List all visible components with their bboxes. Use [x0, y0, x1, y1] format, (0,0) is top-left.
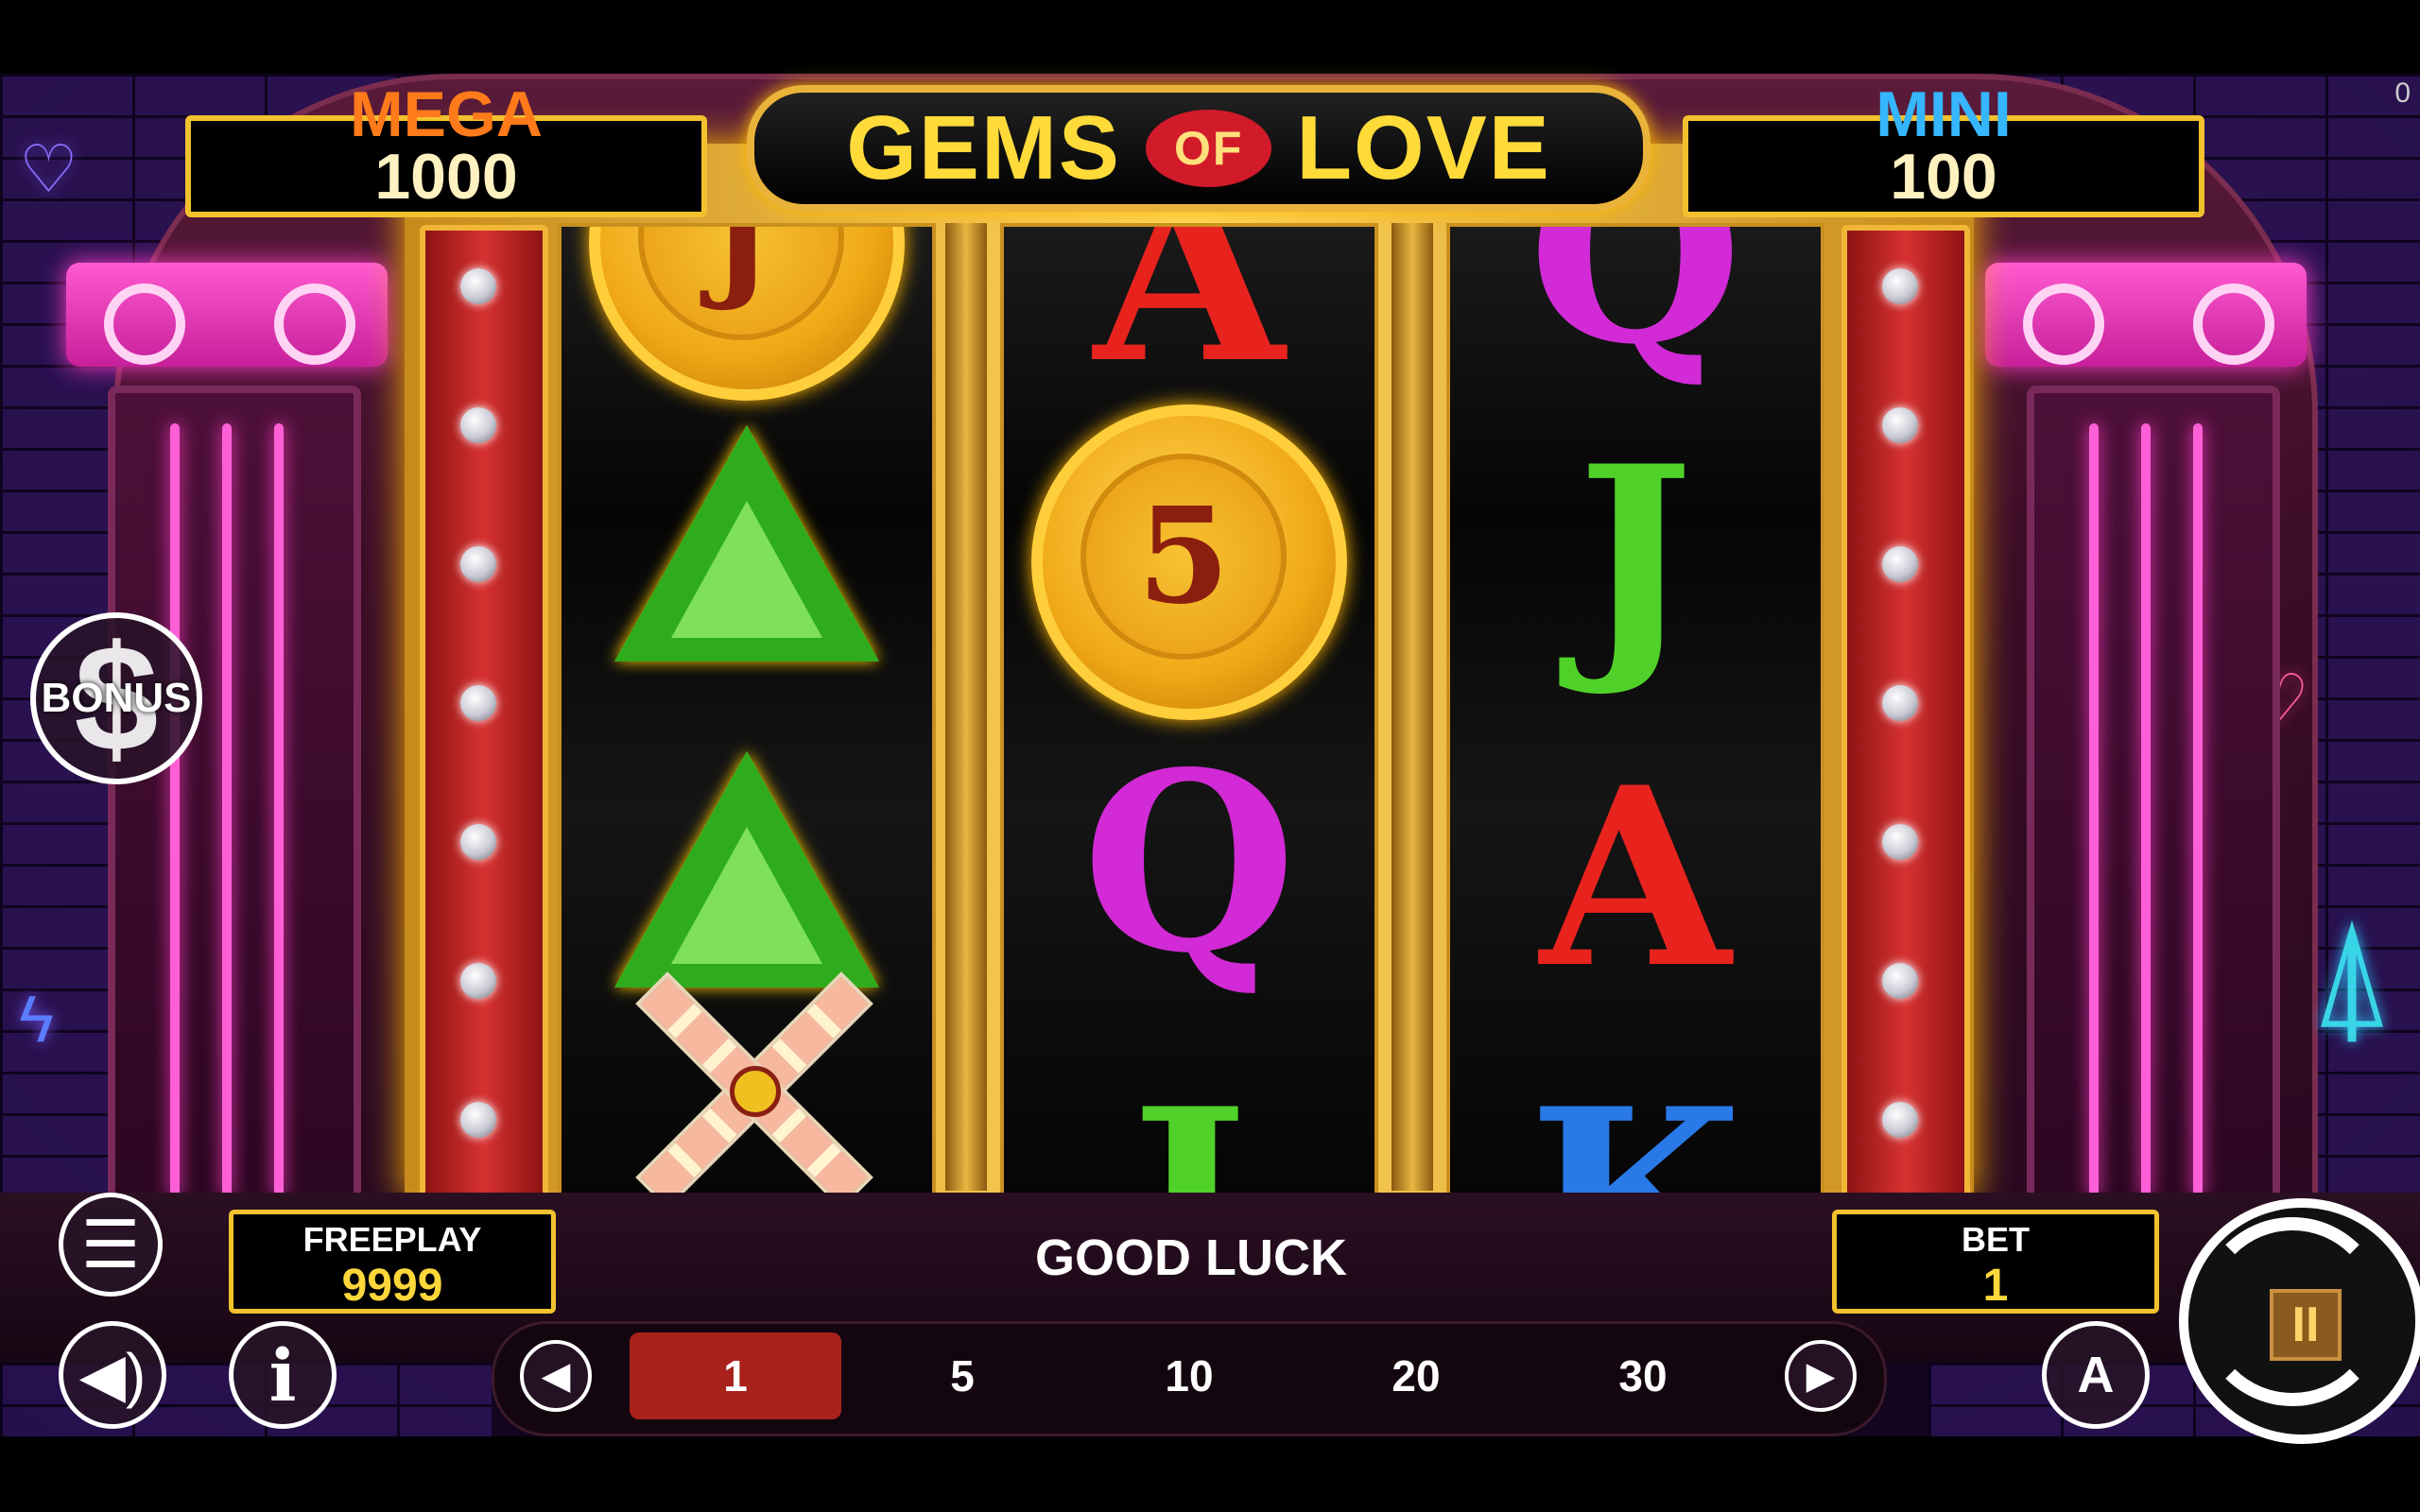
diamond-icon	[1882, 963, 1918, 999]
diamond-icon	[460, 685, 496, 721]
freeplay-value: 9999	[341, 1261, 443, 1311]
arrow-right-icon: ▶	[1806, 1355, 1836, 1397]
reel-separator	[945, 223, 987, 1191]
windmill-symbol	[618, 954, 883, 1194]
neon-bolt-icon: ϟ	[19, 982, 55, 1056]
diamond-icon	[1882, 1102, 1918, 1138]
sound-button[interactable]: ◀)	[59, 1321, 166, 1429]
gem-strip-right	[1841, 225, 1970, 1200]
autoplay-button[interactable]: A	[2042, 1321, 2150, 1429]
coin-symbol: J	[589, 227, 905, 401]
symbol-j: J	[1577, 413, 1694, 701]
bet-option-10[interactable]: 10	[1083, 1332, 1295, 1419]
jackpot-mini-value: 100	[1890, 141, 1997, 213]
info-button[interactable]: i	[229, 1321, 337, 1429]
freeplay-box: FREEPLAY 9999	[229, 1210, 556, 1314]
coin-symbol: 5	[1031, 404, 1347, 720]
diamond-icon	[1882, 268, 1918, 304]
round-counter: 0	[2394, 77, 2411, 109]
diamond-icon	[460, 407, 496, 443]
speaker-icon: ◀)	[78, 1341, 147, 1409]
diamond-icon	[1882, 407, 1918, 443]
neon-heart-icon: ♡	[19, 132, 78, 206]
reel-separator	[1392, 223, 1433, 1191]
hamburger-menu-icon: ☰	[80, 1208, 141, 1281]
neon-pillar-right	[1985, 263, 2307, 1255]
coin-value: 5	[1080, 454, 1287, 660]
reel-2: A 5 Q J	[1000, 223, 1378, 1198]
symbol-a: A	[1094, 223, 1285, 418]
diamond-icon	[1882, 824, 1918, 860]
logo-text-left: GEMS	[846, 97, 1121, 198]
green-gem-facet	[671, 501, 822, 638]
bet-prev-button[interactable]: ◀	[520, 1340, 592, 1412]
arrow-left-icon: ◀	[541, 1355, 571, 1397]
info-icon: i	[268, 1332, 297, 1418]
bet-option-5[interactable]: 5	[856, 1332, 1068, 1419]
jackpot-mini: MINI 100	[1683, 78, 2204, 217]
bet-next-button[interactable]: ▶	[1785, 1340, 1857, 1412]
logo-text-right: LOVE	[1296, 97, 1551, 198]
coin-label: J	[638, 227, 844, 340]
bet-option-1[interactable]: 1	[630, 1332, 841, 1419]
freeplay-label: FREEPLAY	[302, 1220, 482, 1259]
autoplay-icon: A	[2077, 1347, 2115, 1403]
symbol-j: J	[1004, 1077, 1374, 1195]
symbol-k: K	[1450, 1077, 1821, 1195]
symbol-q: Q	[1528, 223, 1743, 399]
diamond-icon	[1882, 546, 1918, 582]
symbol-q: Q	[1081, 719, 1297, 1007]
menu-button[interactable]: ☰	[59, 1193, 163, 1297]
diamond-icon	[460, 546, 496, 582]
bet-value: 1	[1982, 1261, 2009, 1311]
neon-eiffel-tower-icon: ⍋	[2307, 888, 2398, 1057]
gem-strip-left	[420, 225, 548, 1200]
symbol-a: A	[1540, 734, 1731, 1022]
diamond-icon	[1882, 685, 1918, 721]
green-gem-facet	[671, 827, 822, 964]
game-logo: GEMS OF LOVE	[747, 85, 1651, 212]
jackpot-mega-value: 1000	[374, 141, 518, 213]
spin-button[interactable]: II	[2179, 1198, 2420, 1444]
status-message: GOOD LUCK	[1035, 1229, 1347, 1286]
bet-option-30[interactable]: 30	[1537, 1332, 1749, 1419]
diamond-icon	[460, 963, 496, 999]
bonus-label: BONUS	[41, 675, 192, 721]
bet-label: BET	[1962, 1220, 2030, 1259]
reel-1: J	[558, 223, 936, 1198]
logo-lips-of: OF	[1145, 110, 1272, 187]
bet-option-20[interactable]: 20	[1310, 1332, 1522, 1419]
diamond-icon	[460, 268, 496, 304]
reel-3: Q J A K	[1446, 223, 1824, 1198]
jackpot-mega: MEGA 1000	[185, 78, 707, 217]
diamond-icon	[460, 824, 496, 860]
diamond-icon	[460, 1102, 496, 1138]
bonus-button[interactable]: $ BONUS	[30, 612, 202, 784]
pause-icon: II	[2270, 1289, 2342, 1361]
bet-box: BET 1	[1832, 1210, 2159, 1314]
